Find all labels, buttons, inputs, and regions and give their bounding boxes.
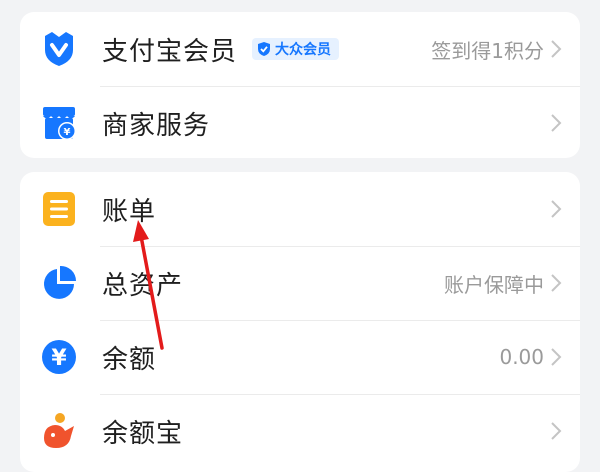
- alipay-member-icon: [40, 30, 78, 68]
- balance-label: 余额: [102, 344, 157, 375]
- alipay-member-row[interactable]: 支付宝会员 大众会员 签到得1积分: [20, 12, 580, 86]
- balance-row[interactable]: ¥ 余额 0.00: [20, 320, 580, 394]
- balance-amount: 0.00: [499, 345, 544, 369]
- chevron-right-icon: [550, 39, 562, 59]
- assets-card: 账单 总资产 账户保障中 ¥ 余额 0.00 余额宝: [20, 172, 580, 472]
- shield-check-icon: [258, 42, 270, 56]
- total-assets-row[interactable]: 总资产 账户保障中: [20, 246, 580, 320]
- chevron-right-icon: [550, 347, 562, 367]
- member-services-card: 支付宝会员 大众会员 签到得1积分 ¥ 商家服务: [20, 12, 580, 158]
- bill-label: 账单: [102, 196, 157, 227]
- total-assets-label: 总资产: [102, 270, 184, 301]
- yuebao-label: 余额宝: [102, 418, 184, 449]
- alipay-member-label: 支付宝会员: [102, 36, 238, 67]
- chevron-right-icon: [550, 199, 562, 219]
- merchant-store-icon: ¥: [40, 104, 78, 142]
- chevron-right-icon: [550, 273, 562, 293]
- yuan-coin-icon: ¥: [40, 338, 78, 376]
- chevron-right-icon: [550, 421, 562, 441]
- bill-icon: [40, 190, 78, 228]
- yuebao-icon: [40, 412, 78, 450]
- merchant-services-row[interactable]: ¥ 商家服务: [20, 86, 580, 158]
- account-protection-text: 账户保障中: [444, 272, 544, 297]
- merchant-services-label: 商家服务: [102, 110, 211, 141]
- member-level-badge: 大众会员: [252, 38, 339, 60]
- sign-in-points-text: 签到得1积分: [431, 38, 544, 63]
- pie-chart-icon: [40, 264, 78, 302]
- svg-text:¥: ¥: [64, 127, 71, 138]
- member-level-text: 大众会员: [275, 42, 331, 58]
- svg-text:¥: ¥: [51, 346, 67, 371]
- bill-row[interactable]: 账单: [20, 172, 580, 246]
- yuebao-row[interactable]: 余额宝: [20, 394, 580, 468]
- chevron-right-icon: [550, 113, 562, 133]
